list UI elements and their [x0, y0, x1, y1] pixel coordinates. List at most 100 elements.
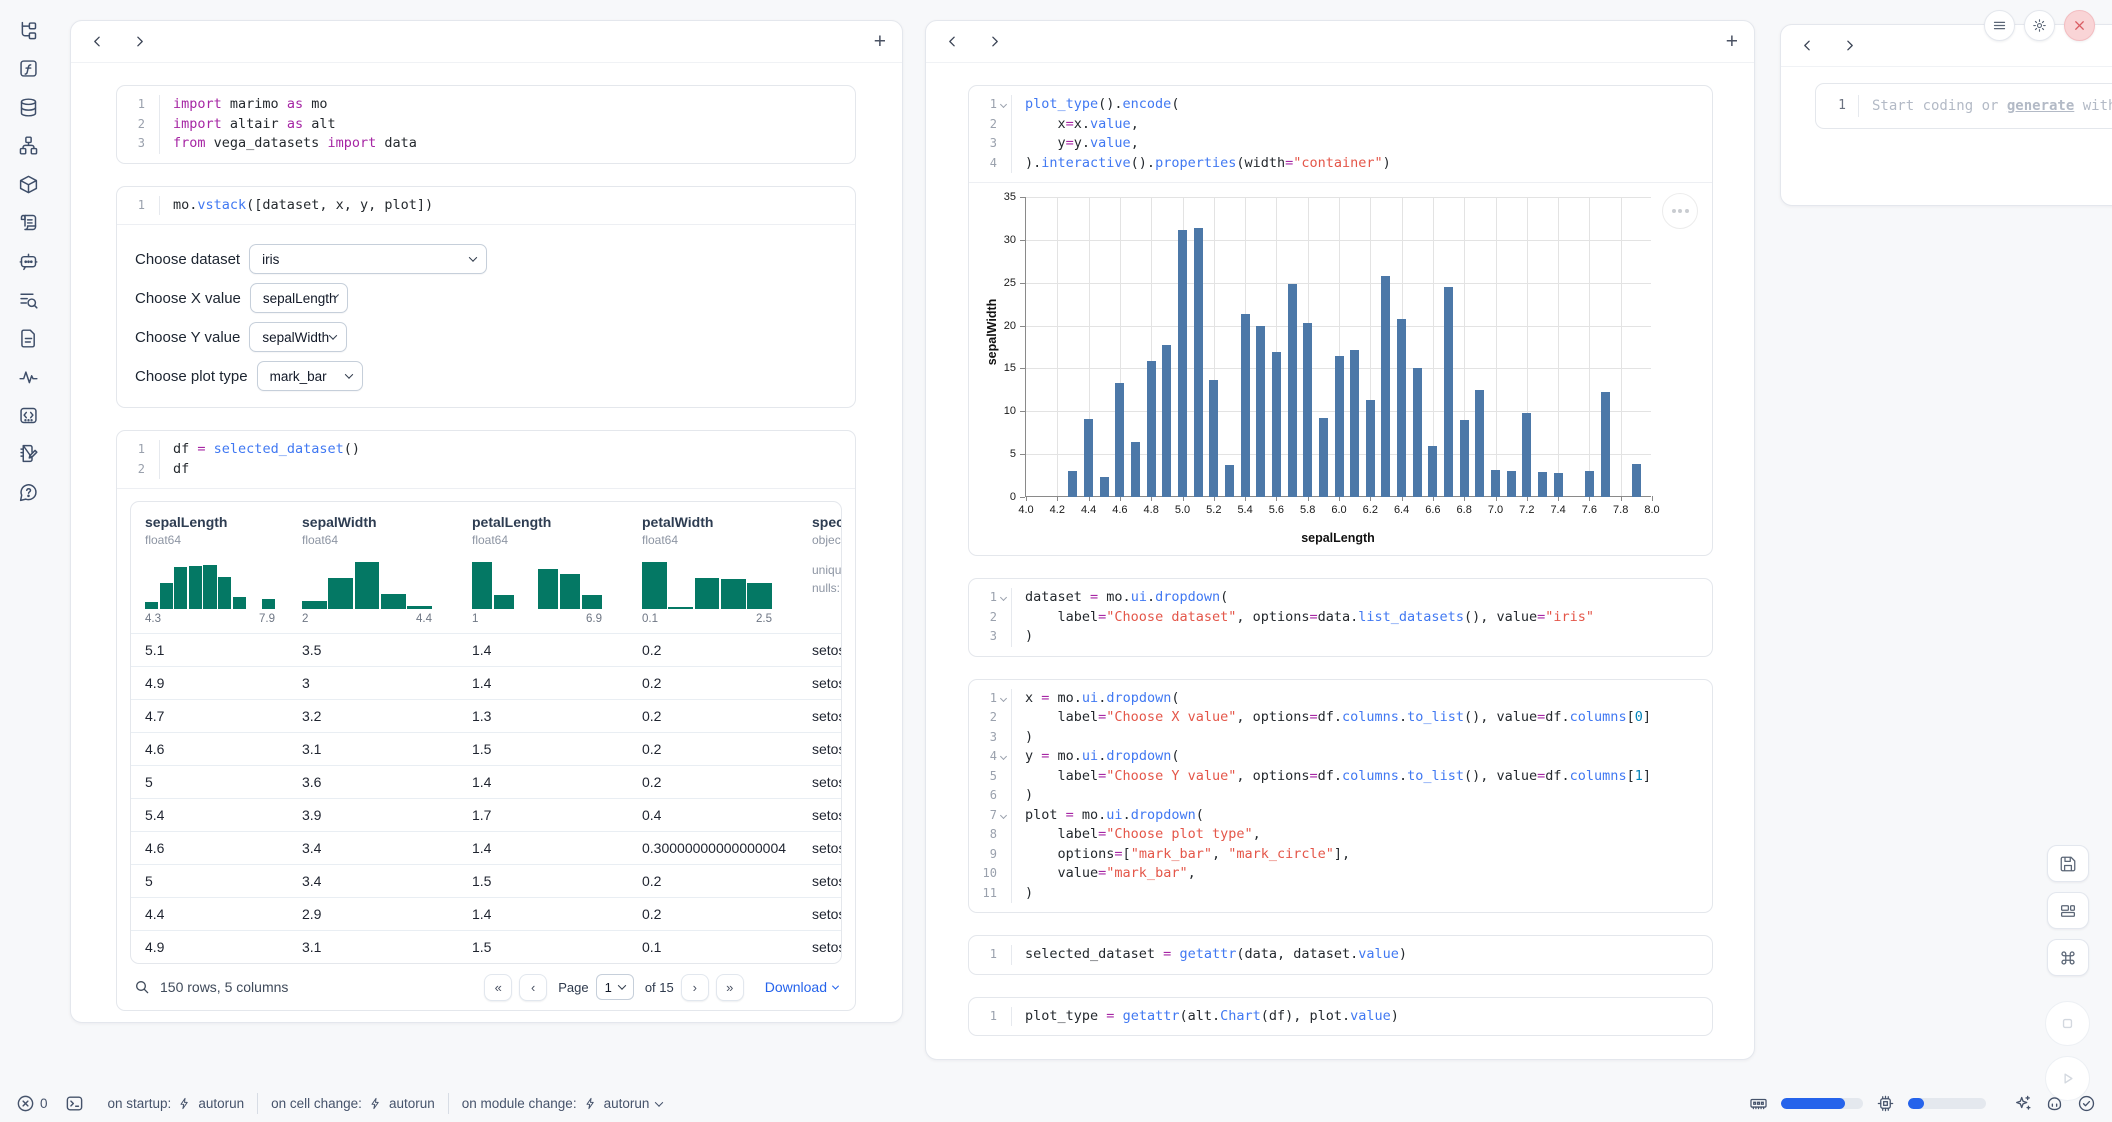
code-editor[interactable]: 1x = mo.ui.dropdown(2 label="Choose X va… [969, 680, 1712, 913]
chart-menu-button[interactable] [1662, 193, 1698, 229]
page-number-select[interactable]: 1 [596, 974, 634, 1000]
terminal-button[interactable] [65, 1094, 84, 1113]
stop-button[interactable] [2045, 1001, 2090, 1046]
table-row[interactable]: 4.42.91.40.2setosa [131, 897, 841, 930]
menu-button[interactable] [1984, 10, 2015, 41]
file-tree-icon[interactable] [16, 18, 40, 42]
cell-xy-plot-dropdowns[interactable]: 1x = mo.ui.dropdown(2 label="Choose X va… [968, 679, 1713, 914]
settings-button[interactable] [2024, 10, 2055, 41]
cell-plot-type[interactable]: 1plot_type = getattr(alt.Chart(df), plot… [968, 997, 1713, 1037]
download-button[interactable]: Download [765, 979, 838, 995]
functions-icon[interactable] [16, 57, 40, 81]
docs-search-icon[interactable] [16, 288, 40, 312]
cpu-icon[interactable] [1876, 1094, 1895, 1113]
table-row[interactable]: 4.73.21.30.2setosa [131, 699, 841, 732]
close-panel-button[interactable] [2064, 10, 2095, 41]
code-output-icon[interactable] [16, 403, 40, 427]
on-cell-change-setting[interactable]: on cell change: autorun [271, 1096, 435, 1111]
empty-cell[interactable]: 1 Start coding or generate with [1815, 83, 2112, 129]
cell-dataframe[interactable]: 1df = selected_dataset()2df sepalLengthf… [116, 430, 856, 1011]
chevron-right-icon[interactable] [1839, 36, 1859, 56]
logs-icon[interactable] [16, 211, 40, 235]
cell-vstack[interactable]: 1mo.vstack([dataset, x, y, plot]) Choose… [116, 186, 856, 409]
chevron-right-icon[interactable] [984, 32, 1004, 52]
first-page-button[interactable]: « [484, 974, 512, 1001]
axis-tick [1020, 326, 1025, 327]
table-row[interactable]: 4.93.11.50.1setosa [131, 930, 841, 963]
fold-toggle-icon[interactable] [997, 95, 1011, 115]
code-line: 7plot = mo.ui.dropdown( [969, 806, 1712, 826]
code-editor[interactable]: 1dataset = mo.ui.dropdown(2 label="Choos… [969, 579, 1712, 656]
y-value-select[interactable]: sepalWidth [249, 322, 347, 352]
cell-dataset-dropdown[interactable]: 1dataset = mo.ui.dropdown(2 label="Choos… [968, 578, 1713, 657]
scratchpad-icon[interactable] [16, 442, 40, 466]
code-editor[interactable]: 1df = selected_dataset()2df [117, 431, 855, 488]
chart-plot-area[interactable]: 051015202530354.04.24.44.64.85.05.25.45.… [1025, 197, 1651, 497]
table-row[interactable]: 4.63.11.50.2setosa [131, 732, 841, 765]
fold-toggle-icon[interactable] [997, 747, 1011, 767]
cell-chart[interactable]: 1plot_type().encode(2 x=x.value,3 y=y.va… [968, 85, 1713, 556]
keyboard-shortcuts-button[interactable] [2047, 939, 2089, 976]
cpu-usage-meter[interactable] [1908, 1098, 1986, 1109]
plot-type-select[interactable]: mark_bar [257, 361, 363, 391]
add-cell-button[interactable]: + [874, 31, 886, 52]
code-line: 2 label="Choose dataset", options=data.l… [969, 608, 1712, 628]
dataset-select[interactable]: iris [249, 244, 487, 274]
packages-icon[interactable] [16, 172, 40, 196]
table-column-header[interactable]: petalLengthfloat6416.9 [458, 514, 628, 625]
table-row[interactable]: 5.43.91.70.4setosa [131, 798, 841, 831]
fold-toggle-icon[interactable] [997, 689, 1011, 709]
table-row[interactable]: 4.63.41.40.30000000000000004setosa [131, 831, 841, 864]
cell-selected-dataset[interactable]: 1selected_dataset = getattr(data, datase… [968, 935, 1713, 975]
fold-toggle-icon[interactable] [997, 806, 1011, 826]
table-column-header[interactable]: speciesobjectuniquenulls: [798, 514, 842, 625]
sparkles-icon[interactable] [2013, 1094, 2032, 1113]
errors-button[interactable]: 0 [16, 1094, 48, 1113]
chevron-left-icon[interactable] [87, 32, 107, 52]
on-startup-setting[interactable]: on startup: autorun [108, 1096, 245, 1111]
code-editor[interactable]: 1selected_dataset = getattr(data, datase… [969, 936, 1712, 974]
search-icon[interactable] [134, 979, 150, 995]
code-editor[interactable]: 1plot_type = getattr(alt.Chart(df), plot… [969, 998, 1712, 1036]
snippets-icon[interactable] [16, 326, 40, 350]
table-row[interactable]: 5.13.51.40.2setosa [131, 633, 841, 666]
fold-gutter [997, 845, 1011, 865]
dependency-graph-icon[interactable] [16, 134, 40, 158]
code-editor[interactable]: 1plot_type().encode(2 x=x.value,3 y=y.va… [969, 86, 1712, 182]
connection-status-icon[interactable] [2077, 1094, 2096, 1113]
cell-imports[interactable]: 1import marimo as mo2import altair as al… [116, 85, 856, 164]
chevron-right-icon[interactable] [129, 32, 149, 52]
layout-button[interactable] [2047, 892, 2089, 929]
code-editor[interactable]: 1mo.vstack([dataset, x, y, plot]) [117, 187, 855, 225]
table-column-header[interactable]: sepalWidthfloat6424.4 [288, 514, 458, 625]
last-page-button[interactable]: » [716, 974, 744, 1001]
chevron-left-icon[interactable] [1797, 36, 1817, 56]
table-column-header[interactable]: petalWidthfloat640.12.5 [628, 514, 798, 625]
table-column-header[interactable]: sepalLengthfloat644.37.9 [131, 514, 288, 625]
table-row[interactable]: 4.931.40.2setosa [131, 666, 841, 699]
save-button[interactable] [2047, 845, 2089, 882]
next-page-button[interactable]: › [681, 974, 709, 1001]
x-axis-tick-label: 4.6 [1103, 504, 1137, 516]
tracing-icon[interactable] [16, 365, 40, 389]
x-value-select[interactable]: sepalLength [250, 283, 348, 313]
memory-usage-meter[interactable] [1781, 1098, 1863, 1109]
memory-icon[interactable] [1749, 1094, 1768, 1113]
chart-bar [1225, 465, 1234, 497]
code-line: 9 options=["mark_bar", "mark_circle"], [969, 845, 1712, 865]
fold-toggle-icon[interactable] [997, 588, 1011, 608]
chevron-left-icon[interactable] [942, 32, 962, 52]
add-cell-button[interactable]: + [1726, 31, 1738, 52]
x-axis-tick-label: 7.4 [1541, 504, 1575, 516]
generate-link[interactable]: generate [2007, 98, 2074, 114]
on-module-change-setting[interactable]: on module change: autorun [462, 1096, 663, 1111]
help-icon[interactable] [16, 480, 40, 504]
table-row[interactable]: 53.61.40.2setosa [131, 765, 841, 798]
copilot-icon[interactable] [2045, 1094, 2064, 1113]
code-editor[interactable]: 1import marimo as mo2import altair as al… [117, 86, 855, 163]
ai-chat-icon[interactable] [16, 249, 40, 273]
prev-page-button[interactable]: ‹ [519, 974, 547, 1001]
table-row[interactable]: 53.41.50.2setosa [131, 864, 841, 897]
database-icon[interactable] [16, 95, 40, 119]
code-placeholder[interactable]: Start coding or generate with [1858, 95, 2112, 117]
